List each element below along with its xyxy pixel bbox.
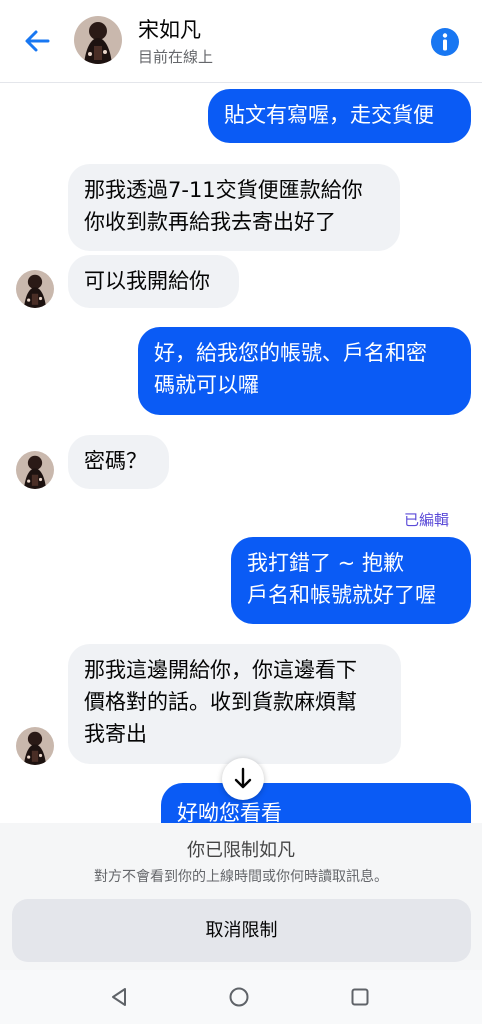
square-recents-icon[interactable] (349, 986, 371, 1008)
triangle-back-icon[interactable] (108, 986, 130, 1008)
message-text-line: 我打錯了 ~ 抱歉 (247, 551, 404, 575)
message-bubble[interactable]: 好呦您看看 (161, 783, 471, 823)
avatar[interactable] (74, 16, 122, 64)
arrow-left-icon (25, 30, 50, 52)
message-list[interactable]: 貼文有寫喔，走交貨便 那我透過7-11交貨便匯款給你 你收到款再給我去寄出好了 … (0, 83, 482, 823)
message-bubble[interactable]: 那我透過7-11交貨便匯款給你 你收到款再給我去寄出好了 (68, 164, 400, 251)
message-bubble[interactable]: 貼文有寫喔，走交貨便 (208, 89, 471, 143)
message-text: 可以我開給你 (84, 269, 210, 293)
message-text-line: 碼就可以囉 (154, 373, 259, 397)
message-text-line: 好，給我您的帳號、戶名和密 (154, 341, 427, 365)
unrestrict-button[interactable]: 取消限制 (12, 899, 471, 962)
avatar[interactable] (16, 451, 54, 489)
restricted-title: 你已限制如凡 (187, 840, 295, 861)
info-button[interactable] (430, 27, 460, 57)
contact-status: 目前在線上 (138, 48, 214, 66)
message-bubble[interactable]: 好，給我您的帳號、戶名和密 碼就可以囉 (138, 327, 471, 415)
message-text: 好呦您看看 (177, 801, 282, 823)
message-bubble[interactable]: 那我這邊開給你，你這邊看下 價格對的話。收到貨款麻煩幫 我寄出 (68, 644, 401, 764)
message-text-line: 那我透過7-11交貨便匯款給你 (84, 178, 363, 202)
back-button[interactable] (20, 24, 54, 58)
contact-name[interactable]: 宋如凡 (138, 16, 201, 44)
chat-header: 宋如凡 目前在線上 (0, 0, 482, 83)
info-icon (431, 28, 459, 56)
circle-home-icon[interactable] (228, 986, 250, 1008)
scroll-to-bottom-button[interactable] (222, 758, 264, 800)
restricted-banner: 你已限制如凡 對方不會看到你的上線時間或你何時讀取訊息。 取消限制 (0, 823, 482, 970)
message-bubble[interactable]: 我打錯了 ~ 抱歉 戶名和帳號就好了喔 (231, 537, 471, 624)
message-text-line: 戶名和帳號就好了喔 (247, 583, 436, 607)
message-bubble[interactable]: 密碼？ (68, 435, 169, 489)
message-text-line: 價格對的話。收到貨款麻煩幫 (84, 690, 357, 714)
message-bubble[interactable]: 可以我開給你 (68, 255, 239, 308)
arrow-down-icon (234, 767, 252, 789)
message-text-line: 你收到款再給我去寄出好了 (84, 210, 336, 234)
message-text-line: 那我這邊開給你，你這邊看下 (84, 658, 357, 682)
restricted-description: 對方不會看到你的上線時間或你何時讀取訊息。 (94, 869, 388, 885)
message-text: 貼文有寫喔，走交貨便 (224, 103, 434, 127)
avatar[interactable] (16, 270, 54, 308)
message-text: 密碼？ (84, 449, 147, 473)
message-text-line: 我寄出 (84, 722, 147, 746)
system-navigation-bar (0, 970, 482, 1024)
edited-label: 已編輯 (404, 511, 450, 529)
avatar[interactable] (16, 727, 54, 765)
